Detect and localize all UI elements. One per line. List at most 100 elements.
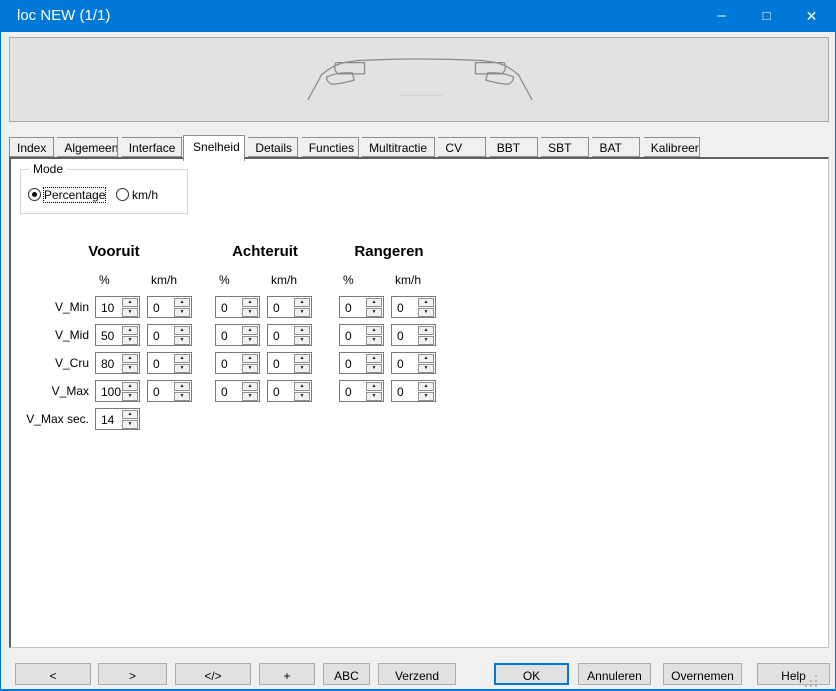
- spin-down-button[interactable]: ▼: [174, 308, 190, 317]
- annuleren-button[interactable]: Annuleren: [578, 663, 651, 685]
- close-button[interactable]: ✕: [789, 0, 834, 32]
- add-button[interactable]: +: [259, 663, 315, 685]
- spinner-vcru-rangeren-kmh[interactable]: 0▲▼: [391, 352, 436, 374]
- spin-down-button[interactable]: ▼: [242, 364, 258, 373]
- spin-up-button[interactable]: ▲: [418, 298, 434, 307]
- spin-down-button[interactable]: ▼: [122, 364, 138, 373]
- spin-down-button[interactable]: ▼: [294, 336, 310, 345]
- spinner-vmid-vooruit-pct[interactable]: 50▲▼: [95, 324, 140, 346]
- spin-down-button[interactable]: ▼: [418, 392, 434, 401]
- spin-up-button[interactable]: ▲: [122, 326, 138, 335]
- spin-up-button[interactable]: ▲: [294, 326, 310, 335]
- tab-functies[interactable]: Functies: [302, 137, 359, 157]
- spin-down-button[interactable]: ▼: [418, 364, 434, 373]
- tab-interface[interactable]: Interface: [122, 137, 182, 157]
- spin-down-button[interactable]: ▼: [418, 308, 434, 317]
- spinner-vcru-vooruit-pct[interactable]: 80▲▼: [95, 352, 140, 374]
- spin-up-button[interactable]: ▲: [418, 354, 434, 363]
- spinner-vmax-rangeren-kmh[interactable]: 0▲▼: [391, 380, 436, 402]
- overnemen-button[interactable]: Overnemen: [663, 663, 742, 685]
- spin-down-button[interactable]: ▼: [366, 392, 382, 401]
- next-button[interactable]: >: [98, 663, 167, 685]
- spin-down-button[interactable]: ▼: [294, 364, 310, 373]
- maximize-button[interactable]: □: [744, 0, 789, 32]
- tab-index[interactable]: Index: [9, 137, 54, 157]
- spin-down-button[interactable]: ▼: [122, 420, 138, 429]
- spin-up-button[interactable]: ▲: [366, 354, 382, 363]
- minimize-button[interactable]: –: [699, 0, 744, 32]
- spinner-vmax-sec[interactable]: 14▲▼: [95, 408, 140, 430]
- spin-down-button[interactable]: ▼: [366, 308, 382, 317]
- spinner-vmax-achteruit-kmh[interactable]: 0▲▼: [267, 380, 312, 402]
- spin-down-button[interactable]: ▼: [366, 336, 382, 345]
- titlebar[interactable]: loc NEW (1/1) – □ ✕: [1, 0, 835, 32]
- spin-up-button[interactable]: ▲: [418, 326, 434, 335]
- spinner-vmid-vooruit-kmh[interactable]: 0▲▼: [147, 324, 192, 346]
- spin-down-button[interactable]: ▼: [242, 336, 258, 345]
- tab-sbt[interactable]: SBT: [541, 137, 589, 157]
- spin-up-button[interactable]: ▲: [242, 382, 258, 391]
- spin-down-button[interactable]: ▼: [294, 308, 310, 317]
- spin-up-button[interactable]: ▲: [174, 298, 190, 307]
- spin-up-button[interactable]: ▲: [122, 382, 138, 391]
- tab-bat[interactable]: BAT: [592, 137, 640, 157]
- spin-up-button[interactable]: ▲: [242, 298, 258, 307]
- spin-down-button[interactable]: ▼: [122, 392, 138, 401]
- spinner-vcru-achteruit-pct[interactable]: 0▲▼: [215, 352, 260, 374]
- spin-up-button[interactable]: ▲: [418, 382, 434, 391]
- tab-kalibreer[interactable]: Kalibreer: [644, 137, 700, 157]
- spinner-vmin-achteruit-pct[interactable]: 0▲▼: [215, 296, 260, 318]
- ok-button[interactable]: OK: [494, 663, 569, 685]
- spin-down-button[interactable]: ▼: [294, 392, 310, 401]
- tab-algemeen[interactable]: Algemeen: [57, 137, 118, 157]
- spinner-vcru-rangeren-pct[interactable]: 0▲▼: [339, 352, 384, 374]
- spinner-vmax-rangeren-pct[interactable]: 0▲▼: [339, 380, 384, 402]
- tab-multitractie[interactable]: Multitractie: [362, 137, 435, 157]
- spin-up-button[interactable]: ▲: [294, 354, 310, 363]
- spinner-vmid-achteruit-pct[interactable]: 0▲▼: [215, 324, 260, 346]
- spin-down-button[interactable]: ▼: [174, 364, 190, 373]
- spin-up-button[interactable]: ▲: [366, 298, 382, 307]
- spin-down-button[interactable]: ▼: [366, 364, 382, 373]
- spin-down-button[interactable]: ▼: [174, 392, 190, 401]
- spin-up-button[interactable]: ▲: [242, 326, 258, 335]
- abc-button[interactable]: ABC: [323, 663, 370, 685]
- spin-up-button[interactable]: ▲: [366, 326, 382, 335]
- spinner-vmax-vooruit-pct[interactable]: 100▲▼: [95, 380, 140, 402]
- spin-down-button[interactable]: ▼: [242, 392, 258, 401]
- spinner-vmin-vooruit-kmh[interactable]: 0▲▼: [147, 296, 192, 318]
- spin-up-button[interactable]: ▲: [366, 382, 382, 391]
- help-button[interactable]: Help: [757, 663, 830, 685]
- spinner-vmid-achteruit-kmh[interactable]: 0▲▼: [267, 324, 312, 346]
- spinner-vcru-achteruit-kmh[interactable]: 0▲▼: [267, 352, 312, 374]
- spinner-vmax-achteruit-pct[interactable]: 0▲▼: [215, 380, 260, 402]
- spin-up-button[interactable]: ▲: [174, 382, 190, 391]
- spin-up-button[interactable]: ▲: [294, 382, 310, 391]
- spin-up-button[interactable]: ▲: [174, 326, 190, 335]
- spinner-vmin-rangeren-pct[interactable]: 0▲▼: [339, 296, 384, 318]
- spinner-vmid-rangeren-pct[interactable]: 0▲▼: [339, 324, 384, 346]
- tab-cv[interactable]: CV: [438, 137, 486, 157]
- spin-up-button[interactable]: ▲: [122, 354, 138, 363]
- verzend-button[interactable]: Verzend: [378, 663, 456, 685]
- spinner-vmin-achteruit-kmh[interactable]: 0▲▼: [267, 296, 312, 318]
- code-button[interactable]: </>: [175, 663, 251, 685]
- spin-up-button[interactable]: ▲: [242, 354, 258, 363]
- spinner-vmid-rangeren-kmh[interactable]: 0▲▼: [391, 324, 436, 346]
- spin-down-button[interactable]: ▼: [418, 336, 434, 345]
- spinner-vmax-vooruit-kmh[interactable]: 0▲▼: [147, 380, 192, 402]
- spin-up-button[interactable]: ▲: [174, 354, 190, 363]
- spin-down-button[interactable]: ▼: [122, 336, 138, 345]
- spin-down-button[interactable]: ▼: [242, 308, 258, 317]
- prev-button[interactable]: <: [15, 663, 91, 685]
- tab-bbt[interactable]: BBT: [490, 137, 538, 157]
- spin-up-button[interactable]: ▲: [122, 410, 138, 419]
- spinner-vcru-vooruit-kmh[interactable]: 0▲▼: [147, 352, 192, 374]
- tab-details[interactable]: Details: [248, 137, 298, 157]
- tab-snelheid[interactable]: Snelheid: [183, 135, 245, 161]
- spin-down-button[interactable]: ▼: [174, 336, 190, 345]
- spin-down-button[interactable]: ▼: [122, 308, 138, 317]
- spin-up-button[interactable]: ▲: [122, 298, 138, 307]
- spin-up-button[interactable]: ▲: [294, 298, 310, 307]
- resize-grip[interactable]: [803, 673, 817, 687]
